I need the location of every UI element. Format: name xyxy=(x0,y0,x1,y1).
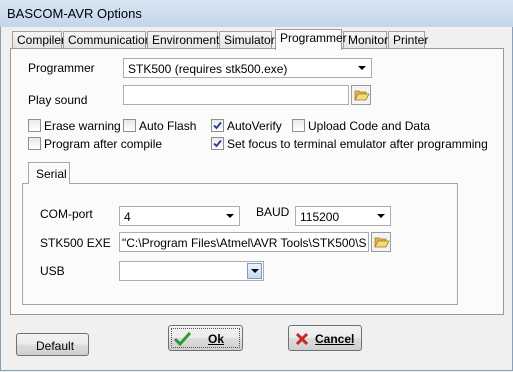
close-icon xyxy=(295,332,309,346)
auto-verify-label: AutoVerify xyxy=(227,119,282,133)
check-mark-icon xyxy=(213,139,222,148)
serial-tab-label: Serial xyxy=(36,167,67,181)
tab-serial[interactable]: Serial xyxy=(28,162,70,184)
check-icon xyxy=(174,331,191,346)
baud-select[interactable]: 115200 xyxy=(295,206,391,226)
usb-label: USB xyxy=(40,264,65,278)
stk500-exe-label: STK500 EXE xyxy=(40,236,111,250)
tab-monitor[interactable]: Monitor xyxy=(343,31,388,48)
default-button[interactable]: Default xyxy=(16,333,89,356)
tab-programmer[interactable]: Programmer xyxy=(275,29,347,50)
set-focus-checkbox[interactable] xyxy=(211,137,224,150)
cancel-button[interactable]: Cancel xyxy=(288,325,362,351)
play-sound-label: Play sound xyxy=(28,93,88,107)
erase-warning-label: Erase warning xyxy=(44,119,121,133)
ok-button[interactable]: Ok xyxy=(168,325,243,351)
set-focus-label: Set focus to terminal emulator after pro… xyxy=(227,137,488,151)
cancel-button-label: Cancel xyxy=(315,332,355,346)
com-port-value: 4 xyxy=(124,210,131,224)
erase-warning-checkbox[interactable] xyxy=(28,119,41,132)
folder-open-icon xyxy=(374,237,390,248)
default-button-label: Default xyxy=(36,339,75,353)
stk500-exe-browse-button[interactable] xyxy=(371,232,391,252)
program-after-compile-checkbox[interactable] xyxy=(28,137,41,150)
title-bar: BASCOM-AVR Options xyxy=(0,0,513,28)
chevron-down-icon xyxy=(375,209,387,223)
tab-printer[interactable]: Printer xyxy=(388,31,428,48)
tab-simulator[interactable]: Simulator xyxy=(219,31,275,48)
chevron-down-icon xyxy=(224,209,236,223)
ok-button-label: Ok xyxy=(208,332,225,346)
usb-select[interactable] xyxy=(119,261,264,281)
auto-flash-label: Auto Flash xyxy=(139,119,197,133)
window-title: BASCOM-AVR Options xyxy=(7,6,142,21)
tab-communication[interactable]: Communication xyxy=(63,31,151,48)
upload-code-label: Upload Code and Data xyxy=(308,119,431,133)
tab-compiler[interactable]: Compiler xyxy=(12,31,65,48)
baud-label: BAUD xyxy=(256,205,290,219)
com-port-select[interactable]: 4 xyxy=(119,206,240,226)
com-port-label: COM-port xyxy=(40,207,93,221)
folder-open-icon xyxy=(354,90,370,101)
upload-code-checkbox[interactable] xyxy=(292,119,305,132)
play-sound-browse-button[interactable] xyxy=(351,85,371,105)
programmer-select-value: STK500 (requires stk500.exe) xyxy=(128,62,288,76)
stk500-exe-value: "C:\Program Files\Atmel\AVR Tools\STK500… xyxy=(122,236,366,250)
check-mark-icon xyxy=(213,121,222,130)
chevron-down-icon xyxy=(247,263,262,279)
program-after-compile-label: Program after compile xyxy=(44,137,163,151)
tab-environment[interactable]: Environment xyxy=(147,31,219,48)
stk500-exe-input[interactable]: "C:\Program Files\Atmel\AVR Tools\STK500… xyxy=(119,232,369,252)
programmer-select[interactable]: STK500 (requires stk500.exe) xyxy=(123,58,372,78)
play-sound-input[interactable] xyxy=(123,85,349,105)
chevron-down-icon xyxy=(356,61,368,75)
baud-value: 115200 xyxy=(300,210,340,224)
auto-verify-checkbox[interactable] xyxy=(211,119,224,132)
programmer-label: Programmer xyxy=(28,61,95,75)
auto-flash-checkbox[interactable] xyxy=(123,119,136,132)
